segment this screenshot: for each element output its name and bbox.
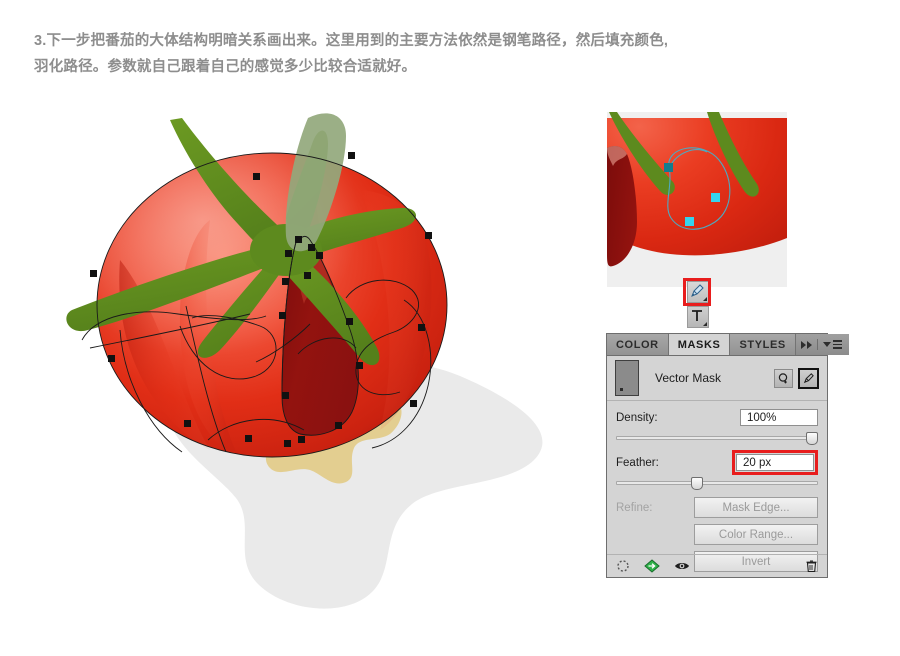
- delete-mask-icon[interactable]: [805, 559, 818, 573]
- density-value-input[interactable]: 100%: [740, 409, 818, 426]
- panel-footer[interactable]: [607, 554, 827, 577]
- mask-thumbnail[interactable]: [615, 360, 639, 396]
- feather-slider[interactable]: [616, 477, 818, 490]
- density-slider-knob[interactable]: [806, 432, 818, 445]
- tool-flyout-arrow-icon: [703, 322, 707, 326]
- add-pixel-mask-button[interactable]: [774, 368, 793, 388]
- toggle-mask-visibility-icon[interactable]: [674, 560, 690, 572]
- tool-flyout-arrow-icon: [703, 297, 707, 301]
- panel-menu-icon[interactable]: [822, 340, 842, 349]
- feather-value-highlight-box: 20 px: [732, 450, 818, 475]
- tomato-illustration: [60, 100, 580, 620]
- tab-masks[interactable]: MASKS: [668, 334, 731, 355]
- mask-thumbnail-mark: [620, 388, 623, 391]
- feather-control[interactable]: Feather: 20 px: [607, 446, 827, 491]
- tab-tools-divider: [816, 339, 818, 350]
- mask-header-row: Vector Mask: [607, 356, 827, 401]
- color-range-button[interactable]: Color Range...: [694, 524, 818, 545]
- tutorial-caption: 3.下一步把番茄的大体结构明暗关系画出来。这里用到的主要方法依然是钢笔路径，然后…: [34, 28, 864, 80]
- load-selection-icon[interactable]: [616, 559, 630, 573]
- mask-title-label: Vector Mask: [655, 371, 722, 385]
- feather-value-input[interactable]: 20 px: [736, 454, 814, 471]
- density-control[interactable]: Density: 100%: [607, 401, 827, 446]
- refine-row-mask-edge[interactable]: Refine: Mask Edge...: [616, 497, 818, 518]
- refine-label: Refine:: [616, 501, 653, 514]
- apply-mask-icon[interactable]: [644, 559, 660, 573]
- caption-line-2: 羽化路径。参数就自己跟着自己的感觉多少比较合适就好。: [34, 59, 417, 75]
- pen-tool-icon[interactable]: [687, 281, 709, 303]
- density-slider[interactable]: [616, 432, 818, 445]
- feather-slider-knob[interactable]: [690, 477, 703, 490]
- mask-edge-button[interactable]: Mask Edge...: [694, 497, 818, 518]
- feather-label: Feather:: [616, 456, 659, 469]
- density-value-wrap: 100%: [740, 409, 818, 426]
- tab-color[interactable]: COLOR: [607, 334, 669, 355]
- double-chevron-right-icon[interactable]: [800, 340, 812, 349]
- density-slider-rail: [616, 436, 818, 440]
- panel-tab-tools[interactable]: [795, 334, 849, 355]
- type-tool-icon[interactable]: [687, 306, 709, 328]
- zoomed-path-preview: [607, 112, 787, 287]
- tool-strip[interactable]: [683, 278, 711, 336]
- add-vector-mask-button[interactable]: [798, 367, 819, 389]
- density-label: Density:: [616, 411, 658, 424]
- masks-panel[interactable]: COLOR MASKS STYLES Vector Mask Density: …: [606, 333, 849, 578]
- refine-row-color-range[interactable]: Color Range...: [616, 524, 818, 545]
- caption-line-1: 3.下一步把番茄的大体结构明暗关系画出来。这里用到的主要方法依然是钢笔路径，然后…: [34, 33, 669, 49]
- panel-tab-bar[interactable]: COLOR MASKS STYLES: [607, 334, 849, 356]
- feather-slider-rail: [616, 481, 818, 485]
- tab-styles[interactable]: STYLES: [730, 334, 796, 355]
